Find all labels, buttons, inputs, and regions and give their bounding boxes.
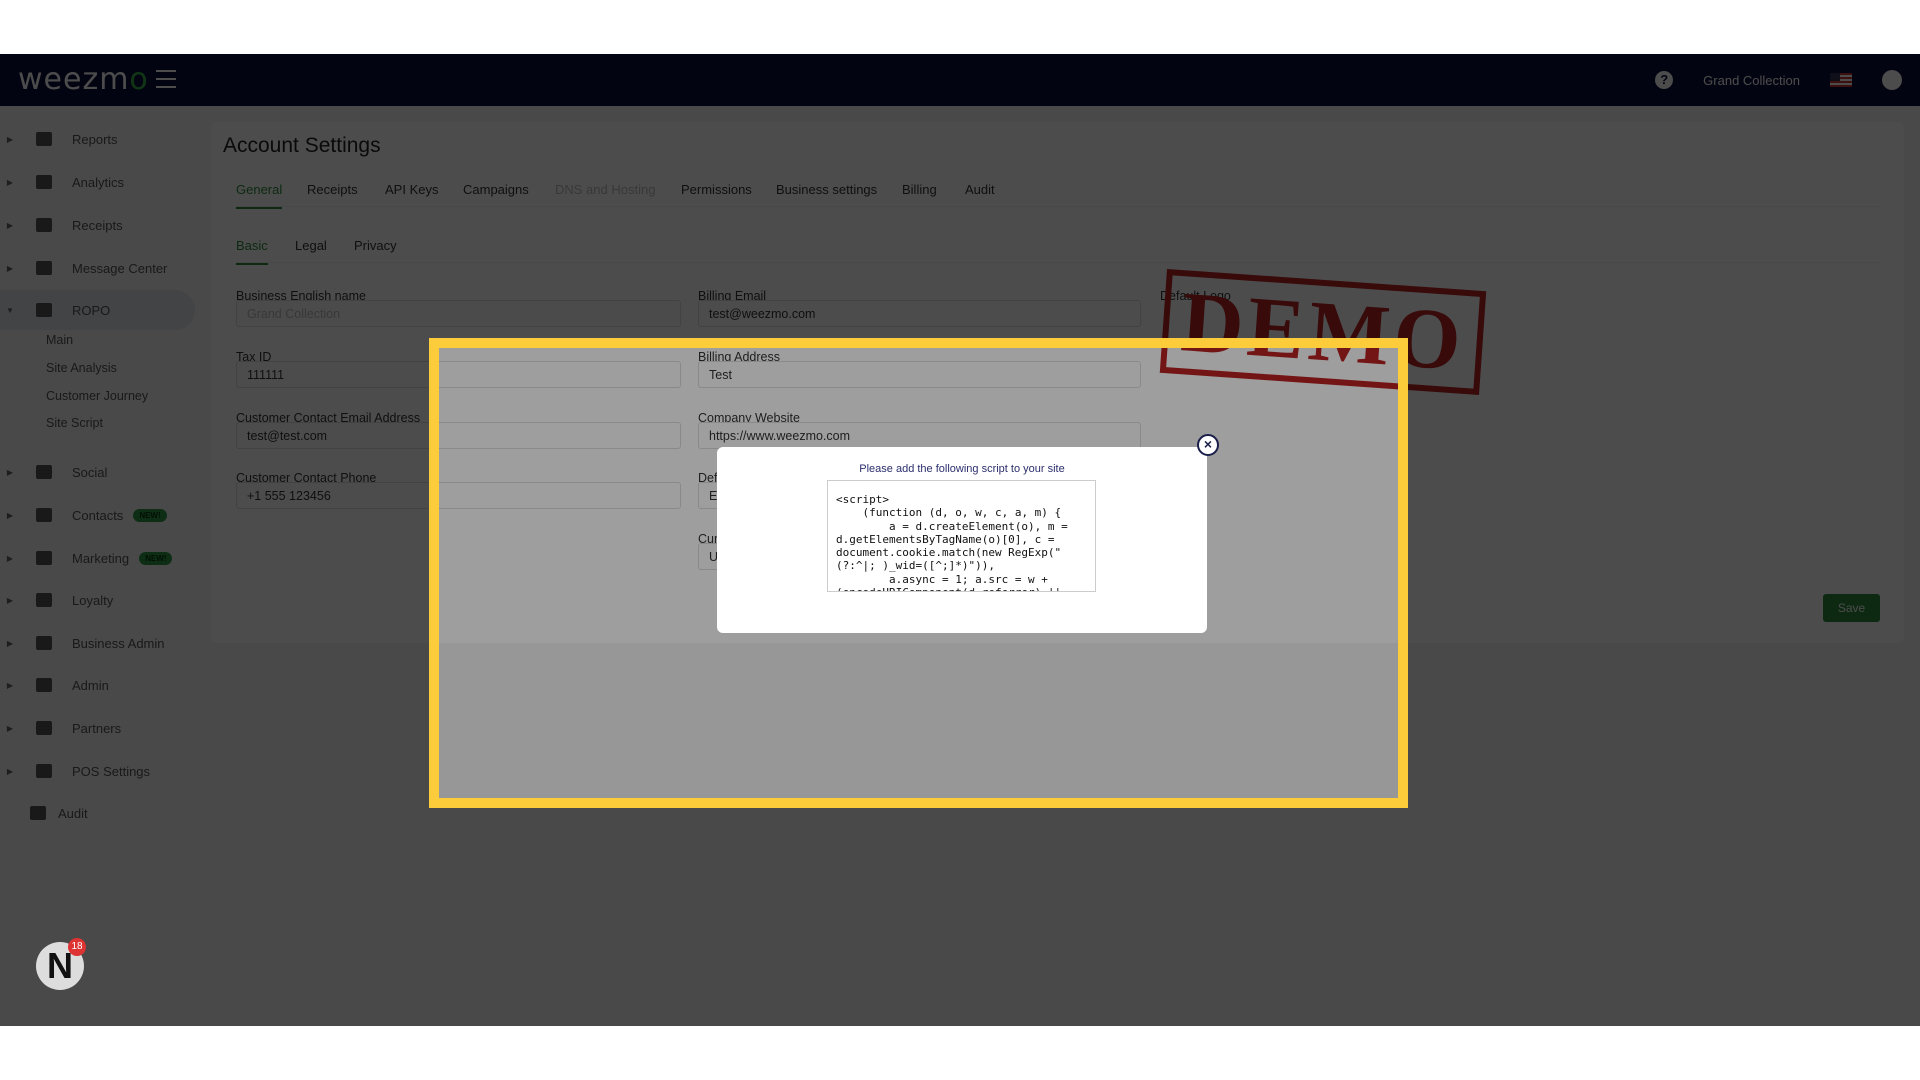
caret-right-icon: ▶ — [6, 553, 14, 563]
sidebar-item-marketing[interactable]: ▶ Marketing NEW! — [0, 546, 195, 570]
weezmo-logo[interactable]: weezmo — [18, 62, 149, 97]
sidebar: ▶ Reports ▶ Analytics ▶ Receipts ▶ Message Cent… — [0, 106, 200, 1026]
sidebar-item-label: Partners — [72, 720, 122, 736]
tab-dns-and-hosting[interactable]: DNS and Hosting — [555, 182, 655, 207]
sidebar-subitem-customer-journey[interactable]: Customer Journey — [46, 389, 148, 403]
site-script-modal: Please add the following script to your … — [717, 434, 1219, 633]
caret-right-icon: ▶ — [6, 510, 14, 520]
tab-receipts[interactable]: Receipts — [307, 182, 358, 207]
caret-right-icon: ▶ — [6, 595, 14, 605]
sidebar-item-partners[interactable]: ▶ Partners — [0, 716, 195, 740]
script-code-textarea[interactable]: <script> (function (d, o, w, c, a, m) { … — [827, 480, 1096, 592]
sidebar-item-label: Social — [72, 464, 108, 480]
save-button[interactable]: Save — [1823, 594, 1880, 622]
sidebar-subitem-site-analysis[interactable]: Site Analysis — [46, 361, 117, 375]
user-account-icon[interactable] — [1882, 70, 1902, 90]
top-header: weezmo ? Grand Collection — [0, 54, 1920, 106]
sidebar-item-label: Admin — [72, 677, 109, 693]
sidebar-item-label: Message Center — [72, 260, 168, 276]
caret-down-icon: ▼ — [6, 305, 14, 315]
sidebar-item-admin[interactable]: ▶ Admin — [0, 673, 195, 697]
sidebar-item-label: Receipts — [72, 217, 123, 233]
sidebar-item-analytics[interactable]: ▶ Analytics — [0, 170, 195, 194]
gear-icon — [36, 636, 52, 650]
sidebar-item-label: ROPO — [72, 302, 111, 318]
sidebar-item-label: Reports — [72, 131, 118, 147]
tab-permissions[interactable]: Permissions — [681, 182, 752, 207]
gears-icon — [36, 678, 52, 692]
sidebar-item-loyalty[interactable]: ▶ Loyalty — [0, 588, 195, 612]
close-icon[interactable]: × — [1197, 434, 1219, 456]
caret-right-icon: ▶ — [6, 220, 14, 230]
caret-right-icon: ▶ — [6, 638, 14, 648]
subtab-basic[interactable]: Basic — [236, 238, 268, 265]
sidebar-item-label: Marketing — [72, 550, 130, 566]
sidebar-item-label: Loyalty — [72, 592, 114, 608]
help-icon[interactable]: ? — [1655, 71, 1674, 89]
tab-audit[interactable]: Audit — [965, 182, 995, 207]
caret-right-icon: ▶ — [6, 467, 14, 477]
tab-billing[interactable]: Billing — [902, 182, 937, 207]
sidebar-item-social[interactable]: ▶ Social — [0, 460, 195, 484]
sidebar-item-label: Contacts — [72, 507, 124, 523]
new-badge: NEW! — [133, 508, 167, 522]
sidebar-item-audit[interactable]: Audit — [0, 801, 195, 825]
sidebar-item-label: Audit — [58, 805, 88, 821]
caret-right-icon: ▶ — [6, 766, 14, 776]
subtab-legal[interactable]: Legal — [295, 238, 327, 263]
group-icon — [36, 465, 52, 479]
sidebar-item-receipts[interactable]: ▶ Receipts — [0, 213, 195, 237]
dashboard-icon — [36, 132, 52, 146]
caret-right-icon: ▶ — [6, 134, 14, 144]
bar-chart-icon — [36, 175, 52, 189]
infinity-icon — [36, 303, 52, 317]
cash-register-icon — [36, 764, 52, 778]
menu-icon[interactable] — [156, 70, 176, 88]
tag-heart-icon — [36, 593, 52, 607]
notification-count-badge: 18 — [68, 938, 86, 956]
caret-right-icon: ▶ — [6, 723, 14, 733]
business-name-input[interactable]: Grand Collection — [236, 300, 681, 327]
tab-campaigns[interactable]: Campaigns — [463, 182, 529, 207]
tab-general[interactable]: General — [236, 182, 283, 209]
sidebar-item-label: Analytics — [72, 174, 125, 190]
subtab-privacy[interactable]: Privacy — [354, 238, 397, 263]
zoom-icon — [30, 806, 46, 820]
sidebar-subitem-site-script[interactable]: Site Script — [46, 416, 103, 430]
sidebar-item-reports[interactable]: ▶ Reports — [0, 127, 195, 151]
handshake-icon — [36, 721, 52, 735]
sidebar-item-business-admin[interactable]: ▶ Business Admin — [0, 631, 195, 655]
page-title: Account Settings — [223, 134, 381, 157]
sidebar-item-pos-settings[interactable]: ▶ POS Settings — [0, 759, 195, 783]
sidebar-item-contacts[interactable]: ▶ Contacts NEW! — [0, 503, 195, 527]
sidebar-item-label: POS Settings — [72, 763, 151, 779]
app: weezmo ? Grand Collection ▶ Reports ▶ Analy… — [0, 54, 1920, 1026]
caret-right-icon: ▶ — [6, 263, 14, 273]
sidebar-item-label: Business Admin — [72, 635, 165, 651]
new-badge: NEW! — [139, 551, 173, 565]
caret-right-icon: ▶ — [6, 680, 14, 690]
billing-email-input[interactable]: test@weezmo.com — [698, 300, 1141, 327]
sidebar-item-ropo[interactable]: ▼ ROPO — [0, 290, 195, 330]
sidebar-item-message-center[interactable]: ▶ Message Center — [0, 256, 195, 280]
receipt-icon — [36, 218, 52, 232]
modal-title: Please add the following script to your … — [859, 463, 1065, 475]
tab-api-keys[interactable]: API Keys — [385, 182, 438, 207]
business-selector[interactable]: Grand Collection — [1703, 73, 1800, 88]
caret-right-icon: ▶ — [6, 177, 14, 187]
party-icon — [36, 551, 52, 565]
contact-icon — [36, 508, 52, 522]
tab-business-settings[interactable]: Business settings — [776, 182, 877, 207]
chat-icon — [36, 261, 52, 275]
us-flag-icon[interactable] — [1830, 73, 1852, 87]
sidebar-subitem-main[interactable]: Main — [46, 333, 73, 347]
